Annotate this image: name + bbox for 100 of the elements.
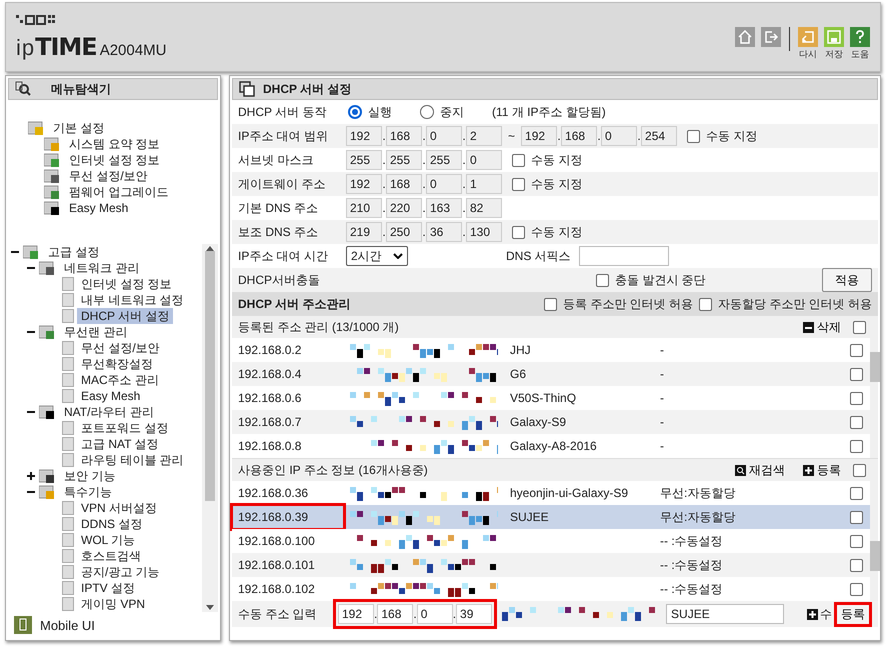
help-button[interactable]: 도움 — [850, 27, 870, 61]
collapse-icon[interactable] — [27, 408, 35, 416]
menu-group[interactable]: 무선랜 관리 — [60, 324, 132, 340]
folder-icon — [44, 137, 62, 151]
menu-item[interactable]: 고급 NAT 설정 — [77, 436, 163, 452]
select-all-checkbox[interactable] — [853, 464, 866, 476]
ip-octet-field[interactable]: 130 — [466, 222, 502, 242]
row-checkbox[interactable] — [850, 440, 863, 452]
dns-suffix-field[interactable] — [578, 246, 669, 266]
manual-ip-input[interactable]: 192 . 168 . 0 . 39 — [336, 602, 494, 626]
ip-octet-field[interactable]: 0 — [426, 126, 462, 146]
ip-octet-field[interactable]: 254 — [641, 126, 678, 146]
ip-octet-field[interactable]: 192 — [521, 126, 558, 146]
menu-item[interactable]: MAC주소 관리 — [77, 372, 163, 388]
register-button[interactable]: 등록 — [834, 602, 872, 626]
row-checkbox[interactable] — [850, 558, 863, 572]
menu-item[interactable]: 무선 설정/보안 — [77, 340, 164, 356]
menu-item[interactable]: Easy Mesh — [65, 200, 132, 216]
home-icon[interactable] — [735, 27, 755, 47]
ip-octet-field[interactable]: 0 — [426, 174, 462, 194]
select-all-checkbox[interactable] — [853, 320, 866, 334]
menu-group[interactable]: NAT/라우터 관리 — [60, 404, 158, 420]
mobile-ui-link[interactable]: Mobile UI — [40, 618, 95, 632]
collapse-icon[interactable] — [11, 248, 19, 256]
row-checkbox[interactable] — [850, 392, 863, 404]
ip-octet-field[interactable]: 0 — [466, 150, 502, 170]
device-name-field[interactable]: SUJEE — [666, 604, 784, 624]
refresh-button[interactable]: 다시 — [798, 27, 818, 61]
ip-octet-field[interactable]: 168 — [386, 174, 422, 194]
menu-item[interactable]: 게이밍 VPN — [77, 596, 150, 612]
checkbox[interactable] — [596, 274, 609, 286]
ip-octet-field[interactable]: 250 — [386, 222, 422, 242]
checkbox[interactable] — [544, 298, 557, 310]
lease-time-select[interactable]: 2시간 — [346, 246, 408, 266]
menu-item[interactable]: 무선 설정/보안 — [65, 168, 152, 184]
checkbox[interactable] — [512, 178, 525, 190]
menu-item[interactable]: 공지/광고 기능 — [77, 564, 164, 580]
menu-group[interactable]: 고급 설정 — [44, 244, 104, 260]
row-checkbox[interactable] — [850, 344, 863, 356]
menu-item[interactable]: 무선확장설정 — [77, 356, 157, 372]
menu-item[interactable]: 시스템 요약 정보 — [65, 136, 164, 152]
menu-item[interactable]: 내부 네트워크 설정 — [77, 292, 188, 308]
ip-octet-field[interactable]: 219 — [346, 222, 382, 242]
menu-group[interactable]: 네트워크 관리 — [60, 260, 144, 276]
rescan-button[interactable]: 재검색 — [729, 462, 791, 478]
ip-octet-field[interactable]: 220 — [386, 198, 422, 218]
scrollbar[interactable] — [870, 338, 878, 458]
ip-octet-field[interactable]: 1 — [466, 174, 502, 194]
row-checkbox[interactable] — [850, 582, 863, 596]
menu-item[interactable]: 포트포워드 설정 — [77, 420, 172, 436]
menu-group[interactable]: 기본 설정 — [49, 120, 108, 136]
ip-octet-field[interactable]: 255 — [426, 150, 462, 170]
row-checkbox[interactable] — [850, 534, 863, 548]
menu-group[interactable]: 보안 기능 — [60, 468, 120, 484]
ip-octet-field[interactable]: 192 — [346, 174, 382, 194]
menu-item[interactable]: 호스트검색 — [77, 548, 145, 564]
row-checkbox[interactable] — [850, 416, 863, 428]
menu-item[interactable]: 라우팅 테이블 관리 — [77, 452, 188, 468]
radio-button[interactable] — [348, 105, 362, 119]
menu-item[interactable]: WOL 기능 — [77, 532, 140, 548]
menu-item[interactable]: DHCP 서버 설정 — [77, 308, 174, 324]
ip-octet-field[interactable]: 163 — [426, 198, 462, 218]
row-checkbox[interactable] — [850, 368, 863, 380]
checkbox[interactable] — [698, 298, 712, 310]
ip-octet-field[interactable]: 168 — [561, 126, 598, 146]
checkbox[interactable] — [512, 154, 525, 166]
menu-item[interactable]: DDNS 설정 — [77, 516, 146, 532]
ip-octet-field[interactable]: 36 — [426, 222, 462, 242]
checkbox[interactable] — [512, 226, 525, 238]
page-icon — [62, 341, 74, 355]
row-checkbox[interactable] — [850, 486, 863, 500]
register-button[interactable]: 등록 — [797, 462, 847, 478]
radio-button[interactable] — [420, 105, 434, 119]
menu-item[interactable]: IPTV 설정 — [77, 580, 140, 596]
logout-icon[interactable] — [761, 27, 781, 47]
scrollbar[interactable] — [202, 244, 218, 612]
expand-icon[interactable] — [27, 472, 35, 480]
menu-group[interactable]: 특수기능 — [60, 484, 116, 500]
scroll-down-icon[interactable] — [206, 605, 214, 610]
menu-item[interactable]: 인터넷 설정 정보 — [77, 276, 176, 292]
ip-octet-field[interactable]: 168 — [386, 126, 422, 146]
ip-octet-field[interactable]: 210 — [346, 198, 382, 218]
collapse-icon[interactable] — [27, 488, 35, 496]
ip-octet-field[interactable]: 0 — [601, 126, 638, 146]
menu-item[interactable]: 펌웨어 업그레이드 — [65, 184, 172, 200]
ip-octet-field[interactable]: 192 — [346, 126, 382, 146]
save-button[interactable]: 저장 — [824, 27, 844, 61]
apply-button[interactable]: 적용 — [822, 268, 872, 292]
checkbox[interactable] — [687, 130, 700, 142]
row-checkbox[interactable] — [850, 510, 863, 524]
collapse-icon[interactable] — [27, 264, 35, 272]
ip-octet-field[interactable]: 2 — [466, 126, 502, 146]
delete-button[interactable]: 삭제 — [797, 318, 847, 336]
collapse-icon[interactable] — [27, 328, 35, 336]
ip-octet-field[interactable]: 255 — [386, 150, 422, 170]
menu-item[interactable]: 인터넷 설정 정보 — [65, 152, 164, 168]
ip-octet-field[interactable]: 82 — [466, 198, 502, 218]
ip-octet-field[interactable]: 255 — [346, 150, 382, 170]
menu-item[interactable]: Easy Mesh — [77, 388, 144, 404]
menu-item[interactable]: VPN 서버설정 — [77, 500, 162, 516]
